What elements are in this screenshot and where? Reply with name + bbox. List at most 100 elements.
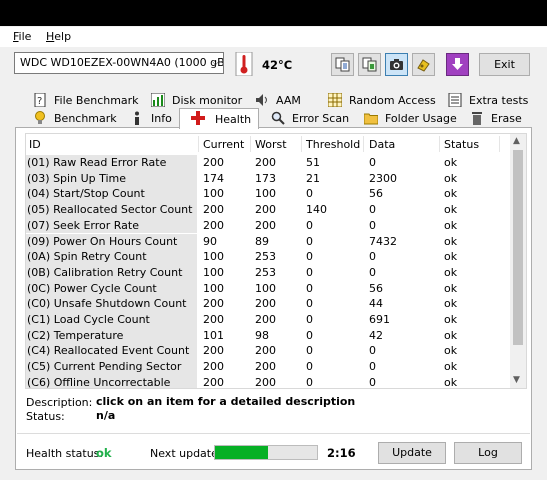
col-divider: [439, 136, 440, 152]
col-header-status[interactable]: Status: [444, 138, 479, 151]
status-value: ok: [444, 250, 458, 264]
log-button[interactable]: Log: [454, 442, 522, 464]
tab-error-scan[interactable]: Error Scan: [271, 110, 351, 128]
threshold-value: 51: [306, 156, 320, 169]
raw-data-value: 0: [369, 265, 376, 279]
col-header-current[interactable]: Current: [203, 138, 244, 151]
col-header-id[interactable]: ID: [29, 138, 41, 151]
copy-info-button[interactable]: [358, 53, 381, 76]
description-label: Description:: [26, 396, 93, 409]
threshold-value: 0: [306, 344, 313, 358]
table-row[interactable]: (07) Seek Error Rate 200 200 0 0 ok: [26, 217, 512, 234]
tab-label: File Benchmark: [54, 94, 139, 107]
tab-random-access[interactable]: Random Access: [328, 92, 436, 110]
menu-help[interactable]: Help: [46, 30, 71, 43]
table-row[interactable]: (03) Spin Up Time 174 173 21 2300 ok: [26, 170, 512, 187]
attribute-name: (C5) Current Pending Sector: [26, 359, 197, 375]
table-row[interactable]: (C0) Unsafe Shutdown Count 200 200 0 44 ok: [26, 296, 512, 312]
attribute-name: (03) Spin Up Time: [26, 170, 197, 187]
status-value: n/a: [96, 409, 116, 422]
current-value: 200: [203, 344, 224, 358]
col-header-worst[interactable]: Worst: [255, 138, 287, 151]
table-row[interactable]: (C2) Temperature 101 98 0 42 ok: [26, 327, 512, 344]
attribute-name: (C6) Offline Uncorrectable: [26, 374, 197, 388]
worst-value: 200: [255, 218, 276, 232]
tab-file-benchmark[interactable]: ? File Benchmark: [33, 92, 143, 110]
options-button[interactable]: [412, 53, 435, 76]
worst-value: 200: [255, 313, 276, 326]
worst-value: 200: [255, 156, 276, 169]
attribute-name: (0A) Spin Retry Count: [26, 249, 197, 265]
raw-data-value: 56: [369, 187, 383, 201]
raw-data-value: 44: [369, 297, 383, 311]
col-header-threshold[interactable]: Threshold: [306, 138, 360, 151]
worst-value: 200: [255, 203, 276, 217]
tab-erase[interactable]: Erase: [470, 110, 525, 128]
table-row[interactable]: (0A) Spin Retry Count 100 253 0 0 ok: [26, 249, 512, 265]
attribute-name: (01) Raw Read Error Rate: [26, 155, 197, 171]
table-row[interactable]: (C1) Load Cycle Count 200 200 0 691 ok: [26, 312, 512, 328]
worst-value: 89: [255, 234, 269, 248]
trash-icon: [472, 112, 482, 125]
speaker-icon: [256, 94, 267, 106]
exit-button[interactable]: Exit: [479, 53, 530, 76]
tab-health[interactable]: Health: [179, 108, 259, 129]
raw-data-value: 2300: [369, 171, 397, 185]
current-value: 200: [203, 203, 224, 217]
download-button[interactable]: [446, 53, 469, 76]
health-status-value: ok: [96, 446, 112, 460]
tab-extra-tests[interactable]: Extra tests: [448, 92, 528, 110]
current-value: 90: [203, 234, 217, 248]
table-row[interactable]: (04) Start/Stop Count 100 100 0 56 ok: [26, 186, 512, 203]
copy-info-icon: [362, 57, 377, 72]
table-row[interactable]: (09) Power On Hours Count 90 89 0 7432 ok: [26, 233, 512, 250]
grid-icon: [328, 93, 342, 107]
status-value: ok: [444, 265, 458, 279]
tab-aam[interactable]: AAM: [255, 92, 315, 110]
raw-data-value: 0: [369, 375, 376, 389]
current-value: 100: [203, 187, 224, 201]
download-arrow-icon: [452, 58, 463, 70]
table-row[interactable]: (C4) Reallocated Event Count 200 200 0 0 ok: [26, 343, 512, 360]
status-value: ok: [444, 187, 458, 201]
health-status-label: Health status:: [26, 447, 104, 460]
scrollbar-thumb[interactable]: [513, 150, 523, 345]
update-button[interactable]: Update: [378, 442, 446, 464]
file-benchmark-icon: ?: [34, 93, 46, 107]
threshold-value: 140: [306, 203, 327, 217]
current-value: 200: [203, 297, 224, 311]
current-value: 100: [203, 281, 224, 295]
status-value: ok: [444, 156, 458, 169]
col-header-data[interactable]: Data: [369, 138, 395, 151]
table-row[interactable]: (0C) Power Cycle Count 100 100 0 56 ok: [26, 280, 512, 297]
attribute-name: (C0) Unsafe Shutdown Count: [26, 296, 197, 312]
threshold-value: 0: [306, 360, 313, 374]
tab-info[interactable]: Info: [130, 110, 174, 128]
scroll-down-icon[interactable]: ▼: [513, 375, 520, 385]
scroll-up-icon[interactable]: ▲: [513, 136, 520, 146]
table-row[interactable]: (0B) Calibration Retry Count 100 253 0 0 ok: [26, 264, 512, 281]
raw-data-value: 0: [369, 203, 376, 217]
table-row[interactable]: (C5) Current Pending Sector 200 200 0 0 ok: [26, 359, 512, 375]
attribute-name: (07) Seek Error Rate: [26, 217, 197, 234]
health-cross-icon: [191, 111, 205, 125]
raw-data-value: 0: [369, 360, 376, 374]
drive-select[interactable]: WDC WD10EZEX-00WN4A0 (1000 gB) ⌵: [14, 52, 224, 74]
attribute-name: (C1) Load Cycle Count: [26, 312, 197, 328]
current-value: 101: [203, 328, 224, 342]
threshold-value: 0: [306, 375, 313, 389]
menu-file[interactable]: File: [13, 30, 31, 43]
table-row[interactable]: (01) Raw Read Error Rate 200 200 51 0 ok: [26, 155, 512, 171]
worst-value: 100: [255, 281, 276, 295]
copy-text-button[interactable]: [331, 53, 354, 76]
tab-folder-usage[interactable]: Folder Usage: [364, 110, 459, 128]
screenshot-button[interactable]: [385, 53, 408, 76]
attribute-name: (0C) Power Cycle Count: [26, 280, 197, 297]
table-row[interactable]: (C6) Offline Uncorrectable 200 200 0 0 ok: [26, 374, 512, 389]
table-row[interactable]: (05) Reallocated Sector Count 200 200 140 0 o…: [26, 202, 512, 218]
worst-value: 253: [255, 250, 276, 264]
status-value: ok: [444, 328, 458, 342]
smart-table[interactable]: ID Current Worst Threshold Data Status (…: [25, 133, 527, 389]
threshold-value: 0: [306, 234, 313, 248]
tab-benchmark[interactable]: Benchmark: [33, 110, 117, 128]
